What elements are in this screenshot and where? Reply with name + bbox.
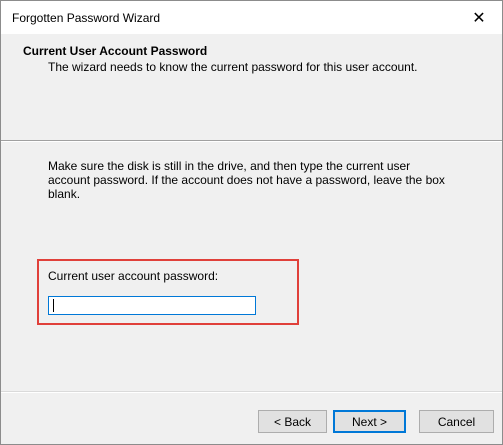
wizard-window: Forgotten Password Wizard ✕ Current User…	[0, 0, 503, 445]
page-title: Current User Account Password	[23, 44, 208, 58]
password-input[interactable]	[48, 296, 256, 315]
header-divider	[1, 140, 502, 142]
cancel-button[interactable]: Cancel	[419, 410, 494, 433]
footer-divider	[1, 391, 502, 393]
back-button[interactable]: < Back	[258, 410, 327, 433]
instruction-text: Make sure the disk is still in the drive…	[48, 159, 445, 201]
next-button[interactable]: Next >	[333, 410, 406, 433]
window-title: Forgotten Password Wizard	[12, 11, 161, 25]
close-icon: ✕	[472, 9, 486, 27]
page-subtitle: The wizard needs to know the current pas…	[48, 60, 418, 74]
text-caret	[53, 299, 54, 312]
wizard-header: Current User Account Password The wizard…	[1, 34, 502, 140]
title-bar: Forgotten Password Wizard ✕	[1, 1, 502, 34]
close-button[interactable]: ✕	[456, 1, 502, 34]
password-label: Current user account password:	[48, 269, 219, 283]
